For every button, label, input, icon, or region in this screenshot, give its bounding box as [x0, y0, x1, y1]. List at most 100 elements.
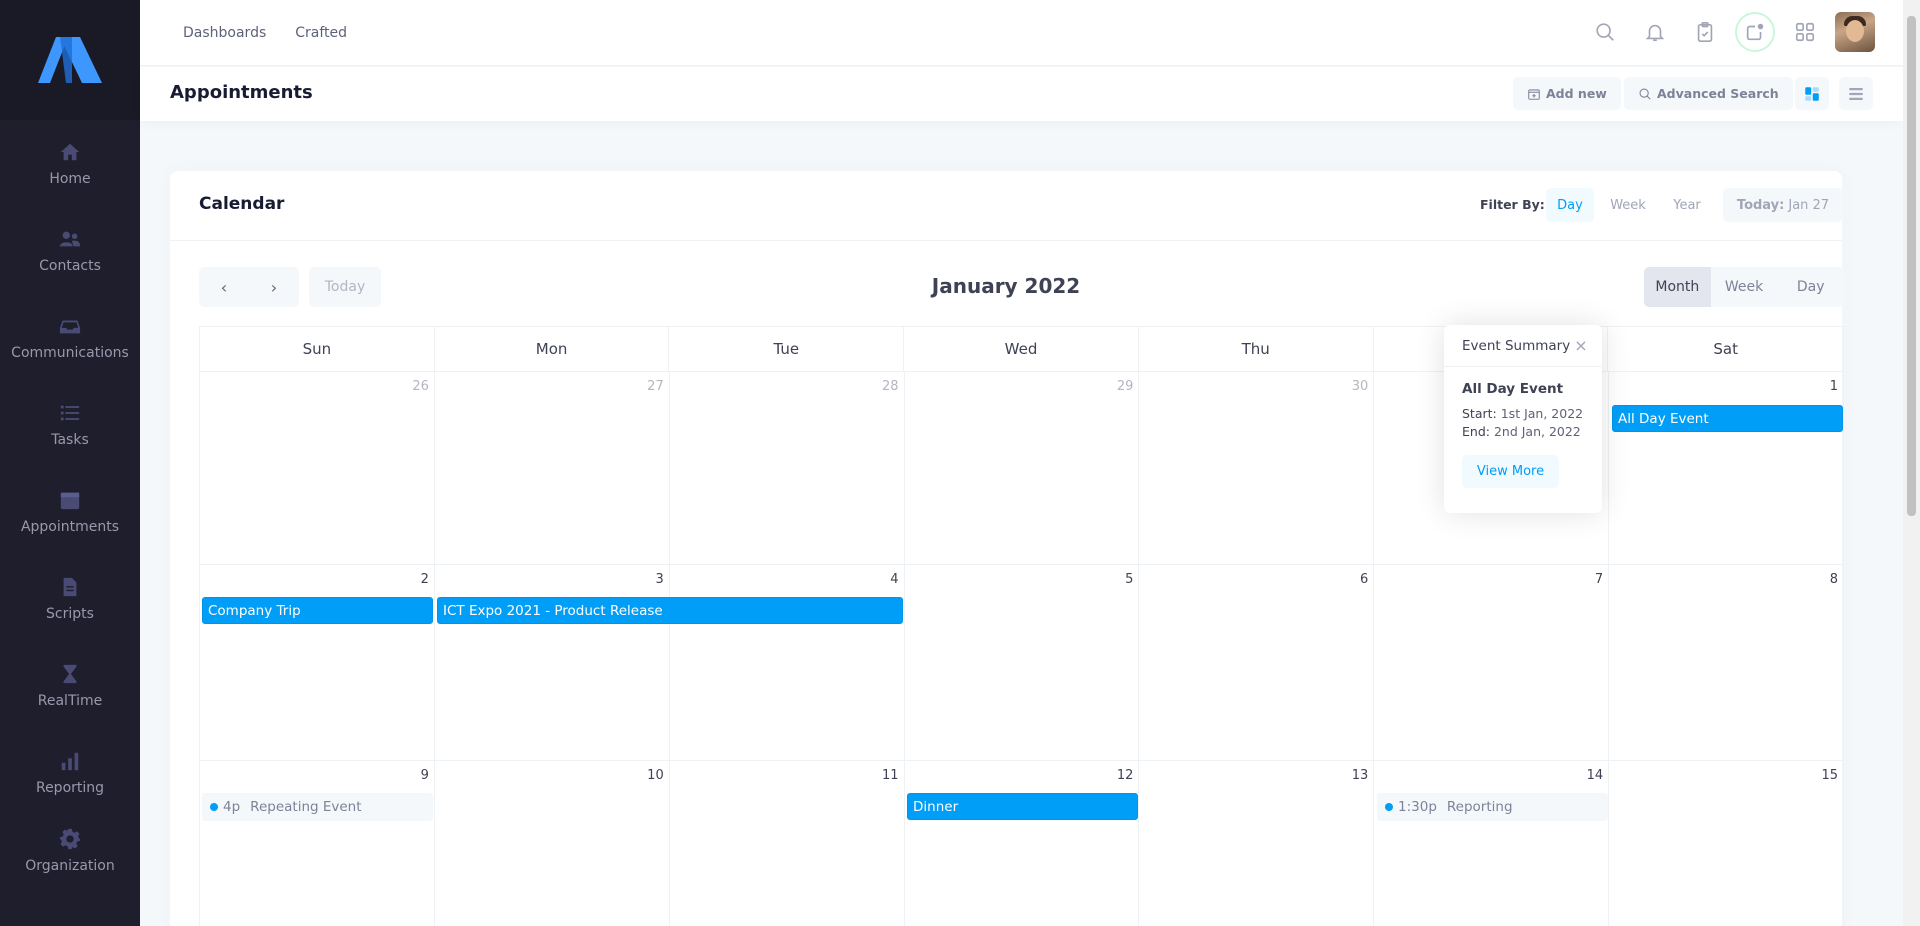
calendar-day[interactable]: 4 — [669, 565, 905, 761]
weekday-sat: Sat — [1713, 340, 1738, 358]
nav-link-dashboards[interactable]: Dashboards — [183, 25, 266, 41]
contacts-icon — [59, 228, 81, 250]
today-prefix: Today: — [1736, 197, 1785, 213]
calendar-day[interactable]: 8 — [1609, 565, 1845, 761]
clipboard-icon[interactable] — [1685, 12, 1725, 52]
search-icon — [1639, 88, 1651, 100]
avatar[interactable] — [1835, 12, 1875, 52]
today-indicator[interactable]: Today: Jan 27 — [1723, 188, 1843, 222]
bar-chart-icon — [59, 750, 81, 772]
apps-grid-icon[interactable] — [1785, 12, 1825, 52]
sidebar-item-communications[interactable]: Communications — [0, 294, 140, 381]
calendar-day[interactable]: 7 — [1374, 565, 1610, 761]
popover-end: End: 2nd Jan, 2022 — [1462, 423, 1584, 441]
sidebar-item-label: Home — [49, 170, 91, 187]
day-number: 4 — [890, 572, 899, 587]
view-switcher: Month Week Day — [1644, 267, 1844, 307]
weekday-tue: Tue — [669, 327, 905, 371]
add-new-button[interactable]: Add new — [1513, 77, 1621, 110]
calendar-day[interactable]: 29 — [904, 372, 1140, 565]
calendar-day[interactable]: 27 — [434, 372, 670, 565]
sidebar-item-reporting[interactable]: Reporting — [0, 729, 140, 816]
search-icon[interactable] — [1585, 12, 1625, 52]
calendar-day[interactable]: 2 — [200, 565, 435, 761]
advanced-search-button[interactable]: Advanced Search — [1624, 77, 1793, 110]
close-icon[interactable]: × — [1574, 336, 1588, 355]
popover-body: All Day Event Start: 1st Jan, 2022 End: … — [1444, 367, 1602, 502]
calendar-day[interactable]: 15 — [1609, 761, 1845, 926]
day-number: 10 — [647, 768, 664, 783]
day-number: 11 — [882, 768, 899, 783]
sidebar-item-label: Reporting — [35, 779, 105, 796]
event-dinner[interactable]: Dinner — [907, 793, 1138, 820]
event-ict-expo[interactable]: ICT Expo 2021 - Product Release — [437, 597, 903, 624]
view-more-button[interactable]: View More — [1462, 455, 1559, 488]
calendar-day[interactable]: 10 — [435, 761, 670, 926]
sidebar-item-organization[interactable]: Organization — [0, 816, 140, 874]
day-number: 28 — [882, 379, 899, 394]
calendar-day[interactable]: 5 — [904, 565, 1140, 761]
vertical-scrollbar[interactable] — [1903, 0, 1920, 926]
day-number: 15 — [1821, 768, 1839, 783]
sidebar-item-home[interactable]: Home — [0, 120, 140, 207]
start-value: 1st Jan, 2022 — [1500, 406, 1584, 421]
day-number: 26 — [412, 379, 429, 394]
day-number: 1 — [1829, 379, 1839, 394]
view-day-button[interactable]: Day — [1777, 267, 1844, 307]
month-title: January 2022 — [931, 274, 1081, 298]
sidebar-item-tasks[interactable]: Tasks — [0, 381, 140, 468]
event-all-day[interactable]: All Day Event — [1612, 405, 1843, 432]
event-company-trip[interactable]: Company Trip — [202, 597, 433, 624]
sidebar-item-appointments[interactable]: Appointments — [0, 468, 140, 555]
document-icon — [59, 576, 81, 598]
filter-week-button[interactable]: Week — [1602, 188, 1654, 222]
filter-day-button[interactable]: Day — [1546, 188, 1594, 222]
calendar-day[interactable]: 6 — [1139, 565, 1375, 761]
calendar-day[interactable]: 9 — [200, 761, 435, 926]
weekday-sun: Sun — [200, 327, 435, 371]
day-number: 8 — [1829, 572, 1839, 587]
view-week-button[interactable]: Week — [1711, 267, 1778, 307]
sidebar-item-label: Appointments — [20, 518, 120, 535]
calendar-day[interactable]: 26 — [200, 372, 435, 565]
sidebar-item-label: Communications — [11, 344, 129, 361]
notification-icon[interactable] — [1735, 12, 1775, 52]
calendar-day[interactable]: 11 — [670, 761, 905, 926]
end-label: End: — [1462, 424, 1490, 439]
calendar-day[interactable]: 13 — [1139, 761, 1375, 926]
sidebar-item-label: Tasks — [51, 431, 89, 448]
home-icon — [59, 141, 81, 163]
event-title: Reporting — [1446, 799, 1513, 815]
sidebar-item-scripts[interactable]: Scripts — [0, 555, 140, 642]
logo[interactable] — [0, 0, 140, 120]
view-month-button[interactable]: Month — [1644, 267, 1711, 307]
advanced-search-label: Advanced Search — [1657, 86, 1779, 101]
bell-icon[interactable] — [1635, 12, 1675, 52]
filter-year-button[interactable]: Year — [1664, 188, 1710, 222]
nav-link-crafted[interactable]: Crafted — [295, 25, 347, 41]
logo-icon — [38, 37, 102, 83]
grid-view-icon — [1805, 86, 1819, 101]
sidebar-item-contacts[interactable]: Contacts — [0, 207, 140, 294]
page-title: Appointments — [170, 82, 313, 103]
calendar-day[interactable]: 3 — [434, 565, 670, 761]
calendar-day[interactable]: 12 — [905, 761, 1140, 926]
sidebar-item-realtime[interactable]: RealTime — [0, 642, 140, 729]
calendar-icon — [59, 489, 81, 511]
filter-label: Filter By: — [1480, 197, 1545, 212]
calendar-day[interactable]: 14 — [1374, 761, 1610, 926]
event-repeating[interactable]: 4p Repeating Event — [202, 793, 433, 821]
sidebar-item-label: Scripts — [46, 605, 94, 622]
calendar-day[interactable]: 1 — [1609, 372, 1845, 565]
list-view-button[interactable] — [1839, 77, 1873, 110]
calendar-week: 2 3 4 5 6 7 8 Company Trip ICT Expo 2021… — [199, 565, 1845, 761]
calendar-day[interactable]: 30 — [1139, 372, 1375, 565]
calendar-day[interactable]: 28 — [669, 372, 905, 565]
sidebar-item-label: RealTime — [37, 692, 103, 709]
event-reporting[interactable]: 1:30p Reporting — [1377, 793, 1608, 821]
top-header: Dashboards Crafted — [140, 0, 1903, 66]
scrollbar-thumb[interactable] — [1907, 16, 1916, 516]
header-actions — [1575, 12, 1875, 52]
day-number: 30 — [1351, 379, 1369, 394]
grid-view-button[interactable] — [1795, 77, 1829, 110]
